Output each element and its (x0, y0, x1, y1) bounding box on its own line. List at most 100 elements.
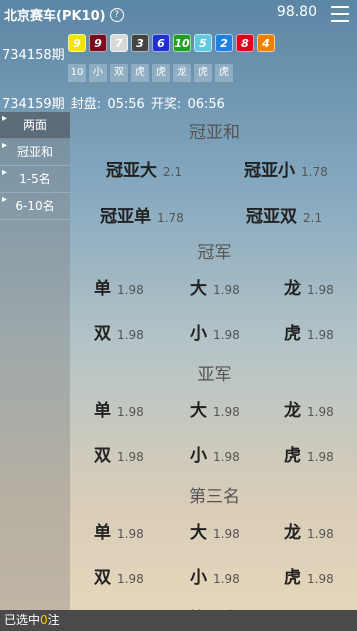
bet-option[interactable]: 虎 1.98 (284, 441, 334, 466)
game-title[interactable]: 北京赛车(PK10) ? (4, 5, 124, 24)
bet-option-odds: 1.98 (117, 283, 144, 297)
section-title: 第三名 (189, 487, 240, 507)
bet-option-name: 小 (190, 324, 207, 344)
bet-option[interactable]: 虎 1.98 (284, 563, 334, 588)
bet-option-name: 冠亚小 (244, 161, 295, 181)
bet-option-odds: 1.98 (213, 572, 240, 586)
bet-option-name: 大 (190, 279, 207, 299)
bet-option-odds: 1.98 (213, 328, 240, 342)
section-title: 亚军 (197, 365, 232, 385)
result-summary-item: 龙 (173, 64, 191, 82)
bet-option[interactable]: 冠亚双 2.1 (246, 202, 322, 227)
result-balls: 9 9 7 3 6 10 5 2 8 4 (68, 34, 275, 52)
bet-option[interactable]: 单 1.98 (94, 518, 144, 543)
bet-option-odds: 2.1 (303, 211, 323, 225)
bet-option-odds: 1.98 (213, 283, 240, 297)
section-title: 冠军 (197, 243, 232, 263)
bet-option-odds: 1.98 (307, 450, 334, 464)
bet-option-name: 单 (94, 523, 111, 543)
balance: 98.80 (276, 4, 317, 20)
bet-option-odds: 2.1 (163, 165, 183, 179)
footer-bar: 已选中0注 (0, 610, 357, 631)
bet-option[interactable]: 双 1.98 (94, 563, 144, 588)
bet-option[interactable]: 大 1.98 (190, 274, 240, 299)
result-ball: 9 (68, 34, 86, 52)
category-tab-two-sides[interactable]: ▸ 两面 (0, 112, 70, 139)
result-summary-item: 双 (110, 64, 128, 82)
bet-option[interactable]: 龙 1.98 (284, 396, 334, 421)
category-label: 冠亚和 (16, 145, 53, 159)
bet-option[interactable]: 单 1.98 (94, 396, 144, 421)
bet-option-name: 双 (94, 446, 111, 466)
result-ball: 9 (89, 34, 107, 52)
bet-option[interactable]: 大 1.98 (190, 396, 240, 421)
bet-option-name: 大 (190, 523, 207, 543)
bet-option-name: 单 (94, 279, 111, 299)
bet-option-odds: 1.78 (157, 211, 184, 225)
bet-option-name: 冠亚双 (246, 207, 297, 227)
bet-option-name: 大 (190, 401, 207, 421)
category-label: 6-10名 (15, 199, 55, 213)
bet-option-odds: 1.98 (307, 283, 334, 297)
bet-option-name: 单 (94, 401, 111, 421)
bet-option[interactable]: 小 1.98 (190, 563, 240, 588)
bet-option-name: 小 (190, 446, 207, 466)
bet-option[interactable]: 双 1.98 (94, 441, 144, 466)
previous-period: 734158期 (2, 48, 65, 63)
bet-option-name: 龙 (284, 401, 301, 421)
previous-result: 734158期 9 9 7 3 6 10 5 2 8 4 10 小双虎虎龙虎虎 (0, 34, 357, 84)
menu-icon[interactable] (331, 6, 349, 22)
bet-option-odds: 1.98 (307, 527, 334, 541)
bet-option[interactable]: 虎 1.98 (284, 319, 334, 344)
bet-option[interactable]: 小 1.98 (190, 319, 240, 344)
bet-option-name: 龙 (284, 523, 301, 543)
bet-option-name: 冠亚大 (106, 161, 157, 181)
bet-option-odds: 1.98 (307, 572, 334, 586)
result-summary: 10 小双虎虎龙虎虎 (68, 64, 233, 82)
category-tab-rank-6-10[interactable]: ▸ 6-10名 (0, 193, 70, 220)
bet-option-name: 双 (94, 568, 111, 588)
section-title: 冠亚和 (189, 123, 240, 143)
result-summary-item: 10 (68, 64, 86, 82)
result-summary-item: 虎 (194, 64, 212, 82)
bet-option[interactable]: 冠亚大 2.1 (106, 156, 182, 181)
category-label: 两面 (22, 118, 47, 132)
category-tab-rank-1-5[interactable]: ▸ 1-5名 (0, 166, 70, 193)
bet-options: 冠亚和 冠亚大 2.1 冠亚小 1.78 冠亚单 1.78 冠亚双 2.1 冠军单 1.9… (72, 110, 357, 629)
category-label: 1-5名 (19, 172, 51, 186)
result-summary-item: 虎 (215, 64, 233, 82)
bet-option-name: 虎 (284, 446, 301, 466)
bet-option-name: 虎 (284, 568, 301, 588)
next-period: 734159期 (2, 97, 65, 112)
bet-option[interactable]: 龙 1.98 (284, 518, 334, 543)
selected-count: 0 (40, 613, 48, 627)
bet-option[interactable]: 双 1.98 (94, 319, 144, 344)
bet-option-name: 龙 (284, 279, 301, 299)
bet-option-odds: 1.98 (213, 450, 240, 464)
bet-option[interactable]: 单 1.98 (94, 274, 144, 299)
bet-option-odds: 1.98 (117, 405, 144, 419)
bet-option-name: 小 (190, 568, 207, 588)
game-title-text: 北京赛车(PK10) (4, 9, 106, 24)
result-ball: 5 (194, 34, 212, 52)
result-ball: 7 (110, 34, 128, 52)
help-icon[interactable]: ? (109, 7, 124, 22)
bet-option[interactable]: 冠亚单 1.78 (100, 202, 184, 227)
result-summary-item: 虎 (131, 64, 149, 82)
bet-option-odds: 1.98 (117, 572, 144, 586)
bet-option[interactable]: 小 1.98 (190, 441, 240, 466)
bet-option[interactable]: 大 1.98 (190, 518, 240, 543)
result-ball: 8 (236, 34, 254, 52)
category-tab-champion-sum[interactable]: ▸ 冠亚和 (0, 139, 70, 166)
result-summary-item: 虎 (152, 64, 170, 82)
bet-option-odds: 1.98 (307, 328, 334, 342)
bet-option-odds: 1.98 (213, 527, 240, 541)
bet-option[interactable]: 龙 1.98 (284, 274, 334, 299)
bet-option-odds: 1.98 (117, 328, 144, 342)
result-ball: 4 (257, 34, 275, 52)
result-ball: 6 (152, 34, 170, 52)
result-ball: 2 (215, 34, 233, 52)
selected-suffix: 注 (47, 613, 60, 627)
bet-option[interactable]: 冠亚小 1.78 (244, 156, 328, 181)
bet-option-name: 冠亚单 (100, 207, 151, 227)
